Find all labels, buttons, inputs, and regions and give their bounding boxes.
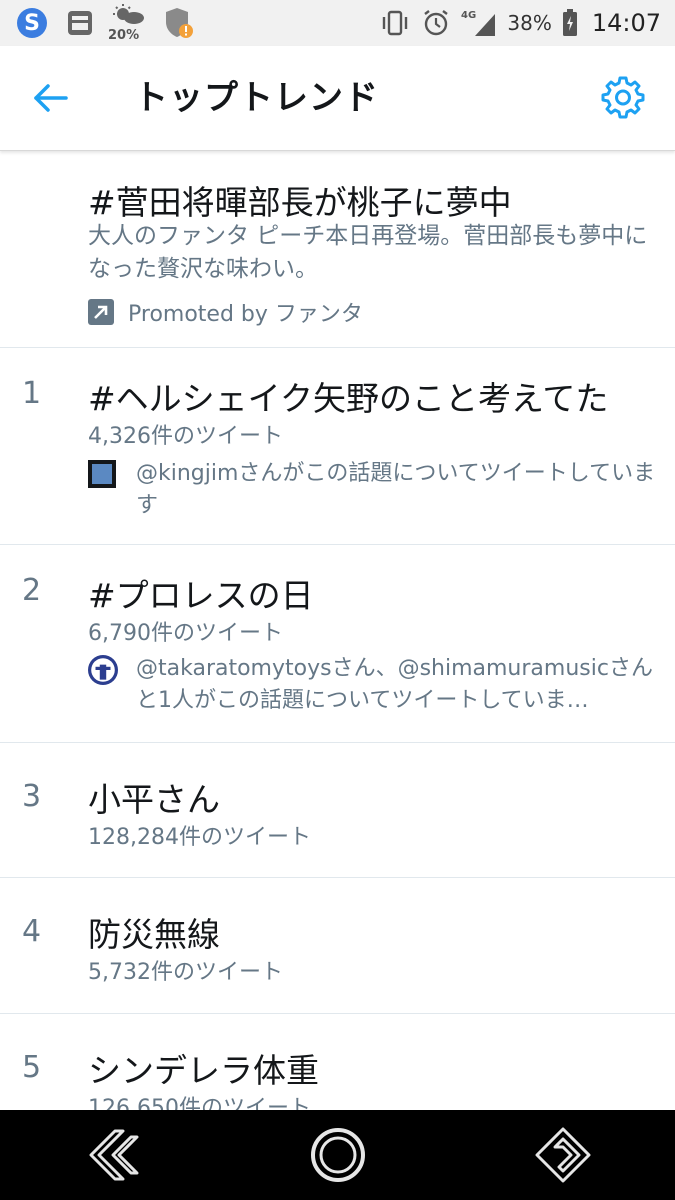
nav-back-button[interactable] bbox=[78, 1120, 148, 1190]
tweet-count: 4,326件のツイート bbox=[88, 424, 283, 449]
clock: 14:07 bbox=[591, 9, 661, 37]
alarm-icon bbox=[421, 8, 451, 38]
trend-context: @kingjimさんがこの話題についてツイートしています bbox=[88, 458, 658, 522]
page-title: トップトレンド bbox=[134, 78, 379, 118]
trend-name: シンデレラ体重 bbox=[88, 1051, 319, 1090]
svg-text:4G: 4G bbox=[461, 10, 476, 21]
status-bar: S 20% 4G 38% 14:07 bbox=[0, 0, 675, 46]
tweet-count: 128,284件のツイート bbox=[88, 825, 311, 850]
trend-name: 防災無線 bbox=[88, 915, 220, 954]
trend-row[interactable]: 2 #プロレスの日 6,790件のツイート @takaratomytoysさん、… bbox=[0, 545, 675, 743]
tweet-count: 5,732件のツイート bbox=[88, 960, 283, 985]
trend-name: 小平さん bbox=[88, 780, 220, 819]
trend-row[interactable]: 3 小平さん 128,284件のツイート bbox=[0, 743, 675, 878]
trend-rank: 1 bbox=[22, 376, 42, 411]
settings-button[interactable] bbox=[600, 74, 646, 120]
trend-name: #菅田将暉部長が桃子に夢中 bbox=[88, 183, 512, 222]
weather-percent: 20% bbox=[108, 28, 140, 43]
weather-icon: 20% bbox=[108, 3, 146, 43]
back-button[interactable] bbox=[30, 78, 74, 118]
trend-rank: 2 bbox=[22, 573, 42, 608]
trend-row[interactable]: 1 #ヘルシェイク矢野のこと考えてた 4,326件のツイート @kingjimさ… bbox=[0, 348, 675, 545]
battery-percent: 38% bbox=[507, 11, 552, 35]
system-nav-bar bbox=[0, 1110, 675, 1200]
context-text: @kingjimさんがこの話題についてツイートしています bbox=[136, 461, 656, 518]
trend-context: @takaratomytoysさん、@shimamuramusicさんと1人がこ… bbox=[88, 653, 658, 717]
promoted-label: Promoted by ファンタ bbox=[88, 296, 363, 328]
promoted-by-text: Promoted by ファンタ bbox=[128, 302, 363, 327]
trend-rank: 3 bbox=[22, 779, 42, 814]
shield-warning-icon bbox=[164, 6, 194, 40]
arrow-left-icon bbox=[34, 84, 68, 112]
tweet-count: 6,790件のツイート bbox=[88, 621, 283, 646]
avatar bbox=[88, 655, 118, 685]
trend-name: #ヘルシェイク矢野のこと考えてた bbox=[88, 379, 609, 418]
avatar bbox=[88, 460, 116, 488]
svg-text:S: S bbox=[24, 11, 40, 36]
promoted-trend-row[interactable]: #菅田将暉部長が桃子に夢中 大人のファンタ ピーチ本日再登場。菅田部長も夢中にな… bbox=[0, 150, 675, 348]
trend-name: #プロレスの日 bbox=[88, 576, 314, 615]
app-header: トップトレンド bbox=[0, 46, 675, 151]
trend-rank: 4 bbox=[22, 914, 42, 949]
nav-home-button[interactable] bbox=[303, 1120, 373, 1190]
context-text: @takaratomytoysさん、@shimamuramusicさんと1人がこ… bbox=[136, 656, 653, 713]
battery-charging-icon bbox=[562, 9, 578, 37]
promoted-description: 大人のファンタ ピーチ本日再登場。菅田部長も夢中になった贅沢な味わい。 bbox=[88, 223, 648, 282]
gear-icon bbox=[601, 76, 645, 119]
s-app-icon: S bbox=[16, 7, 48, 39]
trend-row[interactable]: 4 防災無線 5,732件のツイート bbox=[0, 878, 675, 1014]
tray-icon bbox=[66, 9, 94, 37]
trend-rank: 5 bbox=[22, 1050, 42, 1085]
nav-back-icon bbox=[89, 1129, 138, 1181]
promoted-arrow-icon bbox=[88, 299, 114, 325]
signal-4g-icon: 4G 4G bbox=[461, 8, 497, 38]
nav-home-icon bbox=[310, 1128, 365, 1182]
nav-recents-button[interactable] bbox=[528, 1120, 598, 1190]
vibrate-icon bbox=[379, 9, 411, 37]
nav-recents-icon bbox=[535, 1127, 590, 1183]
